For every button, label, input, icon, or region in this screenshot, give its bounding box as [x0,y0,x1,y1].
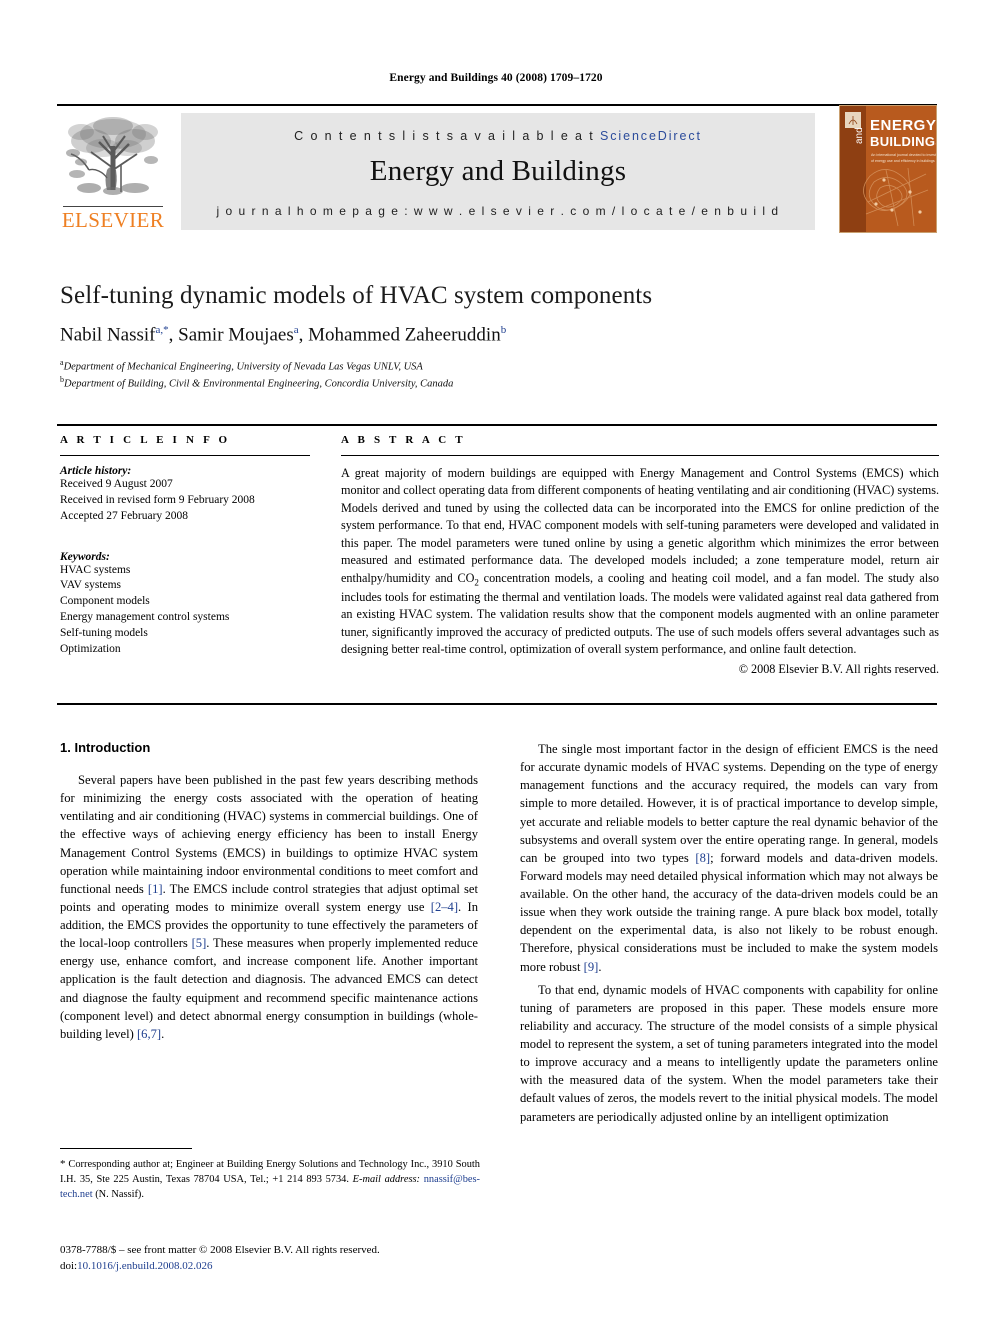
citation-ref[interactable]: [6,7] [137,1027,161,1041]
info-band-bottom-rule [57,703,937,705]
author-list: Nabil Nassifa,*, Samir Moujaesa, Mohamme… [60,324,940,346]
paper-page: Energy and Buildings 40 (2008) 1709–1720 [0,0,992,1323]
svg-text:ENERGY: ENERGY [870,117,936,134]
paragraph-text: ; forward models and data-driven models.… [520,850,938,974]
article-history-accepted: Accepted 27 February 2008 [60,509,189,522]
title-block: Self-tuning dynamic models of HVAC syste… [60,282,940,392]
author-name: Samir Moujaes [178,324,294,346]
journal-title: Energy and Buildings [369,155,627,187]
affiliation-item: aDepartment of Mechanical Engineering, U… [60,358,940,375]
affiliation-text: Department of Mechanical Engineering, Un… [63,361,423,373]
keyword-item: HVAC systems [60,563,131,576]
affiliation-list: aDepartment of Mechanical Engineering, U… [60,358,940,391]
author-separator: , [168,324,179,346]
issn-line: 0378-7788/$ – see front matter © 2008 El… [60,1244,380,1256]
imprint-block: 0378-7788/$ – see front matter © 2008 El… [60,1243,480,1275]
article-history-revised: Received in revised form 9 February 2008 [60,493,255,506]
citation-ref[interactable]: [5] [192,936,207,950]
citation-ref[interactable]: [2–4] [431,900,458,914]
keywords-label: Keywords: [60,550,110,563]
affiliation-text: Department of Building, Civil & Environm… [64,378,454,390]
elsevier-tree-icon [66,117,158,195]
article-info-column: A R T I C L E I N F O Article history: R… [60,434,310,658]
citation-ref[interactable]: [9] [584,960,599,974]
svg-text:and: and [854,127,865,144]
paragraph-text: . [161,1026,165,1041]
citation-ref[interactable]: [1] [148,882,163,896]
svg-text:of energy use and efficiency i: of energy use and efficiency in building… [871,159,935,163]
svg-text:An international journal devot: An international journal devoted to inve… [871,153,936,157]
info-band-top-rule [57,424,937,426]
article-history-received: Received 9 August 2007 [60,478,173,490]
journal-cover-art: ENERGY BUILDINGS and An international jo… [840,106,936,232]
keyword-item: Component models [60,595,150,608]
journal-banner: C o n t e n t s l i s t s a v a i l a b … [181,113,815,230]
affiliation-item: bDepartment of Building, Civil & Environ… [60,375,940,392]
keyword-item: Optimization [60,642,121,655]
contents-available-text: C o n t e n t s l i s t s a v a i l a b … [294,129,595,143]
email-suffix: (N. Nassif). [92,1188,144,1200]
journal-cover-thumbnail: ENERGY BUILDINGS and An international jo… [839,105,937,233]
paragraph-text: Several papers have been published in th… [60,773,478,896]
abstract-column: A B S T R A C T A great majority of mode… [341,434,939,677]
page-title: Self-tuning dynamic models of HVAC syste… [60,282,653,309]
keyword-item: Self-tuning models [60,627,148,640]
paragraph-intro-left: Several papers have been published in th… [60,771,478,1043]
keyword-item: Energy management control systems [60,611,230,624]
journal-masthead: ELSEVIER C o n t e n t s l i s t s a v a… [57,104,937,233]
author-name: Mohammed Zaheeruddin [308,324,501,346]
abstract-heading: A B S T R A C T [341,434,466,446]
keyword-item: VAV systems [60,579,122,592]
footnote-block: * Corresponding author at; Engineer at B… [60,1157,480,1202]
body-column-right: The single most important factor in the … [520,740,938,1126]
contents-available-line: C o n t e n t s l i s t s a v a i l a b … [181,129,815,143]
elsevier-logo: ELSEVIER [59,112,167,232]
article-info-rule [60,455,310,456]
citation-ref[interactable]: [8] [695,851,710,865]
sciencedirect-link[interactable]: ScienceDirect [600,129,702,143]
running-head: Energy and Buildings 40 (2008) 1709–1720 [389,72,603,84]
abstract-copyright: © 2008 Elsevier B.V. All rights reserved… [738,661,939,676]
body-column-left: 1. Introduction Several papers have been… [60,740,478,1043]
paragraph-right-2: To that end, dynamic models of HVAC comp… [520,982,938,1124]
keywords-block: Keywords: HVAC systems VAV systems Compo… [60,551,310,658]
doi-label: doi: [60,1259,78,1272]
doi-line: doi:10.1016/j.enbuild.2008.02.026 [60,1259,480,1275]
paragraph-text: . These measures when properly implement… [60,936,478,1041]
author-affil-mark: a,* [155,324,169,336]
abstract-part-1: A great majority of modern buildings are… [341,466,939,585]
article-info-heading: A R T I C L E I N F O [60,434,231,446]
svg-text:BUILDINGS: BUILDINGS [870,134,936,149]
footnote-rule [60,1148,192,1149]
doi-link[interactable]: 10.1016/j.enbuild.2008.02.026 [77,1260,212,1272]
abstract-text: A great majority of modern buildings are… [341,465,939,659]
article-history-label: Article history: [60,465,132,477]
masthead-top-rule [57,104,937,106]
email-label: E-mail address: [352,1173,421,1185]
journal-homepage-line[interactable]: j o u r n a l h o m e p a g e : w w w . … [181,204,815,218]
elsevier-wordmark: ELSEVIER [61,208,165,232]
author-name: Nabil Nassif [60,324,156,346]
abstract-rule [341,455,939,456]
paragraph-text: . [598,959,602,974]
paragraph-text: The single most important factor in the … [520,742,938,865]
author-affil-mark: b [500,324,507,336]
section-heading-introduction: 1. Introduction [60,740,151,755]
elsevier-logo-rule [63,205,163,207]
author-separator: , [298,324,309,346]
paragraph-right-1: The single most important factor in the … [520,740,938,976]
